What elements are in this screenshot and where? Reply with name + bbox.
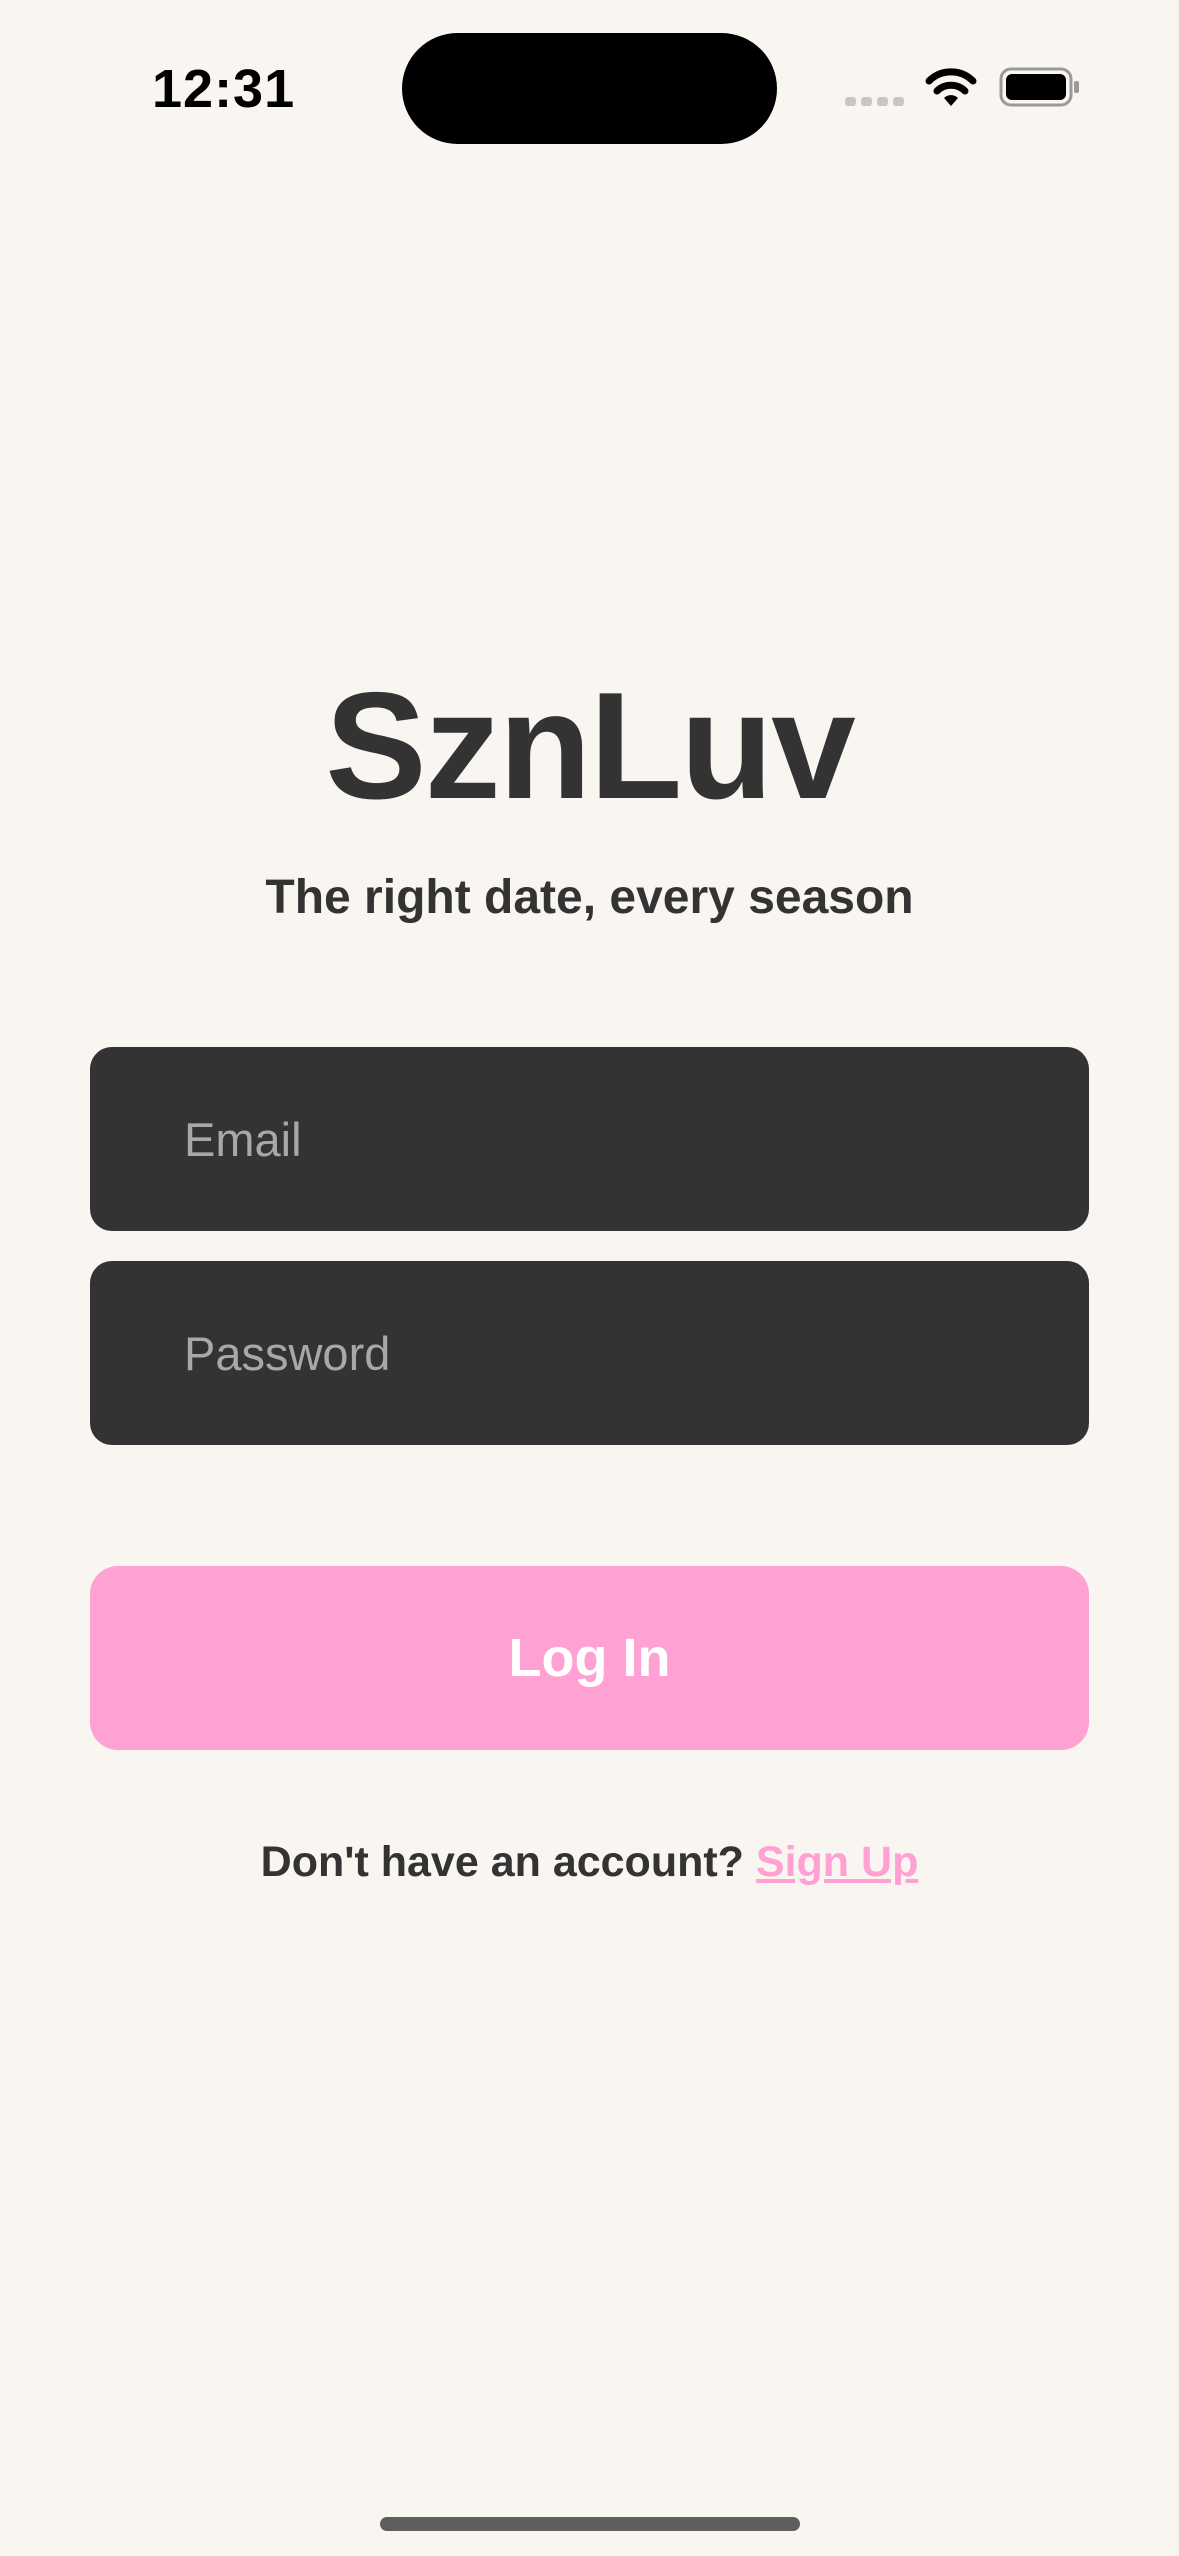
- login-button[interactable]: Log In: [90, 1566, 1089, 1750]
- password-field[interactable]: [90, 1261, 1089, 1445]
- app-title: SznLuv: [325, 661, 855, 831]
- signup-prompt-text: Don't have an account?: [260, 1838, 756, 1886]
- signup-prompt-row: Don't have an account? Sign Up: [0, 1838, 1179, 1887]
- signup-link[interactable]: Sign Up: [756, 1838, 918, 1886]
- tagline: The right date, every season: [265, 871, 914, 924]
- battery-icon: [999, 67, 1079, 107]
- email-field[interactable]: [90, 1047, 1089, 1231]
- wifi-icon: [925, 68, 977, 106]
- login-screen: 12:31 SznLuv The right date, every seaso…: [0, 0, 1179, 2556]
- home-indicator[interactable]: [380, 2517, 800, 2531]
- status-time: 12:31: [152, 59, 296, 119]
- dynamic-island: [402, 33, 777, 144]
- cellular-signal-icon: [845, 94, 905, 108]
